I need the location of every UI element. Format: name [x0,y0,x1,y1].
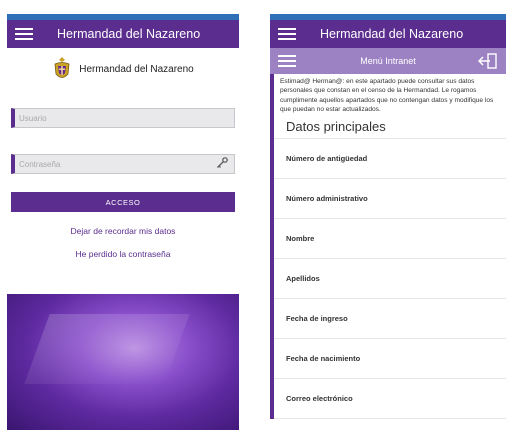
field-fecha-nacimiento[interactable]: Fecha de nacimiento [274,339,506,380]
intranet-screen: Hermandad del Nazareno Menú Intranet Est… [270,14,506,436]
menu-icon[interactable] [278,25,296,43]
crest-icon [54,57,70,78]
hero-background [7,294,239,430]
exit-icon[interactable] [478,53,498,69]
password-field[interactable] [11,154,235,174]
app-bar: Hermandad del Nazareno [270,20,506,48]
field-apellidos[interactable]: Apellidos [274,259,506,300]
section-title: Datos principales [286,119,386,135]
lost-password-link[interactable]: He perdido la contraseña [7,249,239,259]
intro-text: Estimad@ Herman@: en este apartado puede… [280,78,494,113]
hero-light [24,314,190,384]
brand-header: Hermandad del Nazareno [7,52,239,86]
field-correo[interactable]: Correo electrónico [274,379,506,420]
menu-title: Menú Intranet [360,56,416,66]
data-list: Número de antigüedad Número administrati… [274,138,506,420]
forget-data-link[interactable]: Dejar de recordar mis datos [7,226,239,236]
menu-icon[interactable] [15,25,33,43]
field-fecha-ingreso[interactable]: Fecha de ingreso [274,299,506,340]
app-bar: Hermandad del Nazareno [7,20,239,48]
field-antiguedad[interactable]: Número de antigüedad [274,138,506,180]
login-screen: Hermandad del Nazareno Hermandad del Naz… [7,14,239,430]
intranet-menu-bar: Menú Intranet [270,48,506,74]
app-title: Hermandad del Nazareno [320,27,464,41]
username-field[interactable] [11,108,235,128]
field-nombre[interactable]: Nombre [274,219,506,260]
password-input[interactable] [15,158,201,170]
brand-name: Hermandad del Nazareno [79,63,194,75]
app-title: Hermandad del Nazareno [57,27,201,41]
field-administrativo[interactable]: Número administrativo [274,179,506,220]
intranet-content: Estimad@ Herman@: en este apartado puede… [270,74,506,420]
username-input[interactable] [15,112,201,124]
key-icon[interactable] [216,157,228,169]
access-button[interactable]: ACCESO [11,192,235,212]
